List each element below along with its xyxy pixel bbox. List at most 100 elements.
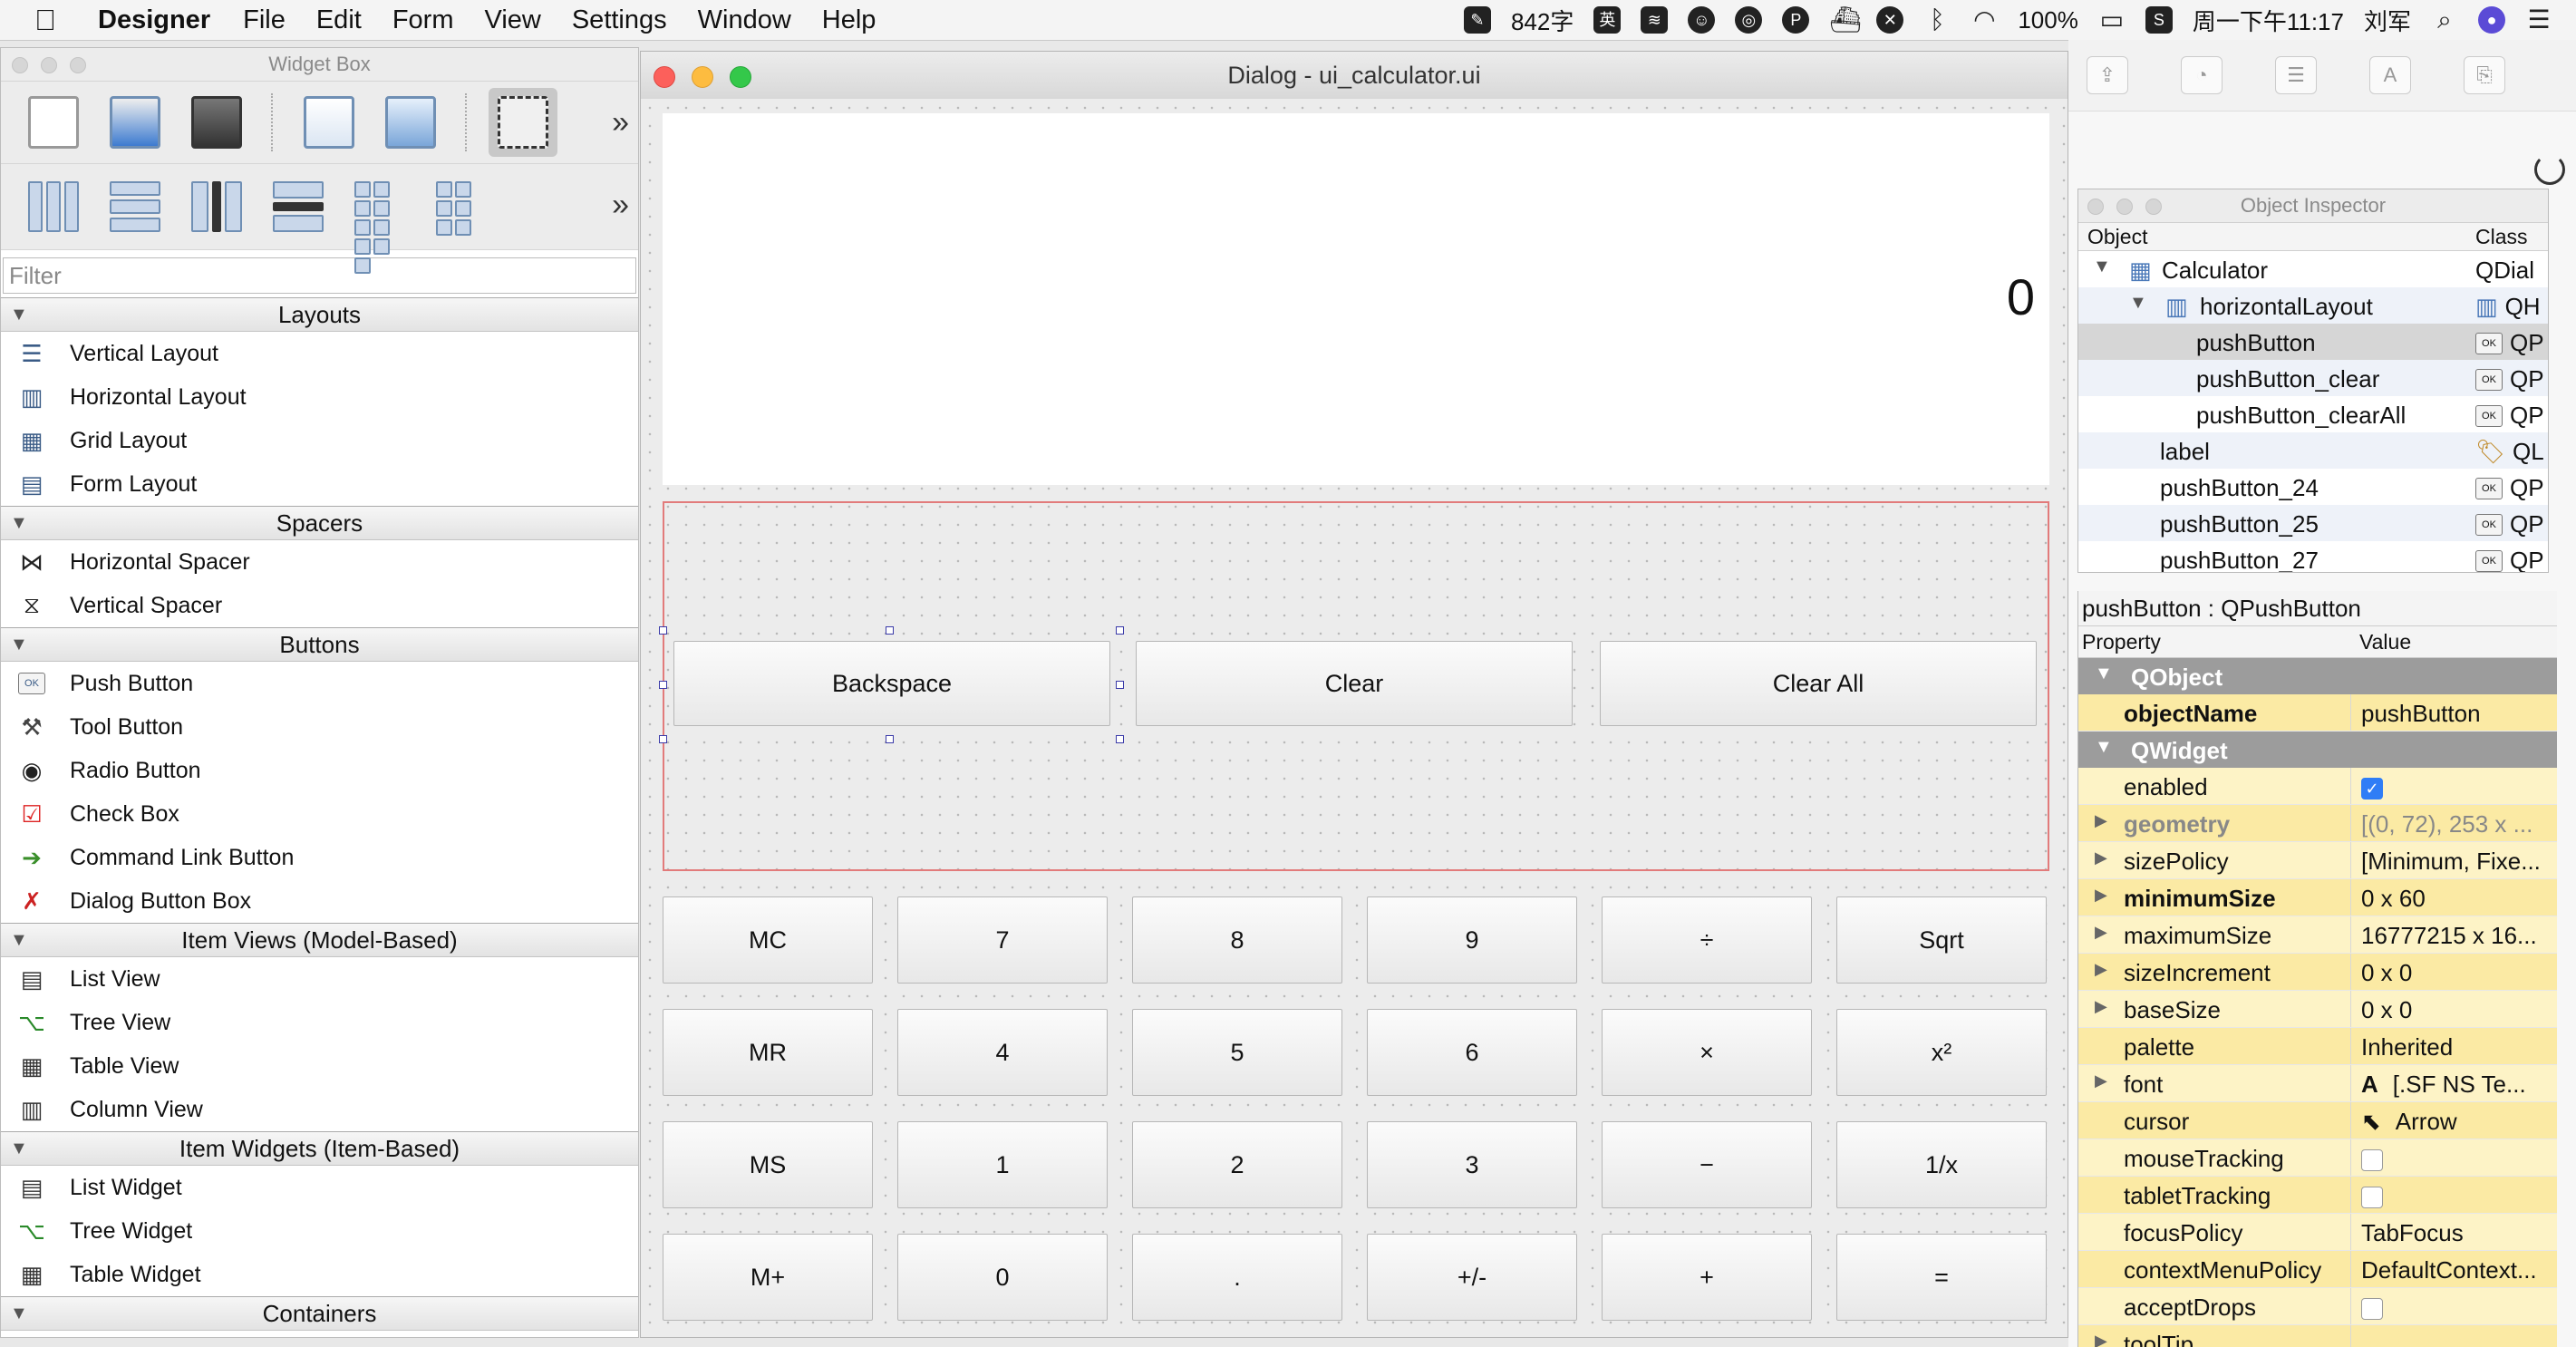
key-4[interactable]: 4 — [897, 1009, 1108, 1096]
widget-box-titlebar[interactable]: Widget Box — [1, 48, 638, 82]
property-group-qwidget[interactable]: ▼ QWidget — [2078, 732, 2557, 768]
property-row-minimumsize[interactable]: ▶ minimumSize 0 x 60 — [2078, 879, 2557, 916]
wifi-icon[interactable]: ◠ — [1971, 6, 1998, 34]
enabled-checkbox[interactable]: ✓ — [2361, 778, 2383, 800]
zoom-icon[interactable] — [70, 57, 86, 73]
s-icon[interactable]: S — [2145, 6, 2173, 34]
property-row-cursor[interactable]: cursor ⬉ Arrow — [2078, 1102, 2557, 1139]
user-name[interactable]: 刘军 — [2364, 4, 2411, 37]
backspace-button[interactable]: Backspace — [673, 641, 1110, 726]
key-mc[interactable]: MC — [663, 896, 873, 984]
widget-item-column-view[interactable]: ▥ Column View — [1, 1088, 638, 1131]
resize-handle[interactable] — [659, 735, 667, 743]
key-equals[interactable]: = — [1836, 1234, 2047, 1321]
widget-item-grid-layout[interactable]: ▦ Grid Layout — [1, 419, 638, 462]
layout-form-button[interactable] — [427, 172, 496, 241]
menu-settings[interactable]: Settings — [572, 5, 667, 35]
category-spacers[interactable]: ▼ Spacers — [1, 506, 638, 540]
zoom-icon[interactable] — [2145, 199, 2162, 215]
column-header-property[interactable]: Property — [2082, 630, 2161, 654]
column-header-class[interactable]: Class — [2475, 225, 2528, 249]
zoom-window-icon[interactable] — [730, 66, 751, 88]
siri-icon[interactable]: ● — [2478, 6, 2505, 34]
close-window-icon[interactable] — [654, 66, 675, 88]
key-sqrt[interactable]: Sqrt — [1836, 896, 2047, 984]
cloud-icon[interactable]: ◎ — [1735, 6, 1763, 34]
menu-edit[interactable]: Edit — [316, 5, 362, 35]
widget-item-tree-widget[interactable]: ⌥ Tree Widget — [1, 1209, 638, 1253]
battery-icon[interactable]: ▭ — [2098, 6, 2126, 34]
clear-button[interactable]: Clear — [1136, 641, 1573, 726]
key-divide[interactable]: ÷ — [1602, 896, 1812, 984]
ime-icon[interactable]: 英 — [1593, 6, 1622, 34]
resize-handle[interactable] — [1116, 626, 1124, 635]
tree-row[interactable]: ▼ ▦ Calculator QDial — [2078, 251, 2548, 287]
widget-item-form-layout[interactable]: ▤ Form Layout — [1, 462, 638, 506]
key-ms[interactable]: MS — [663, 1121, 873, 1208]
toolbar-overflow-icon[interactable]: » — [612, 188, 629, 223]
key-square[interactable]: x² — [1836, 1009, 2047, 1096]
property-row-enabled[interactable]: enabled ✓ — [2078, 768, 2557, 805]
key-2[interactable]: 2 — [1132, 1121, 1342, 1208]
new-form-button[interactable] — [19, 88, 88, 157]
column-header-object[interactable]: Object — [2087, 225, 2147, 249]
expand-triangle-icon[interactable]: ▶ — [2095, 997, 2107, 1016]
widget-item-radio-button[interactable]: ◉ Radio Button — [1, 749, 638, 792]
category-item-widgets[interactable]: ▼ Item Widgets (Item-Based) — [1, 1131, 638, 1166]
resize-handle[interactable] — [1116, 735, 1124, 743]
key-reciprocal[interactable]: 1/x — [1836, 1121, 2047, 1208]
property-row-tooltip[interactable]: ▶ toolTip — [2078, 1325, 2557, 1347]
menu-window[interactable]: Window — [698, 5, 791, 35]
widget-item-list-widget[interactable]: ▤ List Widget — [1, 1166, 638, 1209]
widget-item-horizontal-layout[interactable]: ▥ Horizontal Layout — [1, 375, 638, 419]
key-plus[interactable]: + — [1602, 1234, 1812, 1321]
expand-triangle-icon[interactable]: ▶ — [2095, 1071, 2107, 1090]
key-multiply[interactable]: × — [1602, 1009, 1812, 1096]
form-canvas[interactable]: 0 Backspace Clear Clear All MC 7 8 9 ÷ S… — [641, 99, 2068, 1337]
expand-triangle-icon[interactable]: ▶ — [2095, 1332, 2107, 1347]
minimize-window-icon[interactable] — [692, 66, 713, 88]
expand-triangle-icon[interactable]: ▶ — [2095, 923, 2107, 942]
menu-help[interactable]: Help — [822, 5, 876, 35]
resize-handle[interactable] — [886, 626, 894, 635]
menu-form[interactable]: Form — [392, 5, 454, 35]
toolbar-overflow-icon[interactable]: » — [612, 105, 629, 141]
resize-handle[interactable] — [659, 626, 667, 635]
widget-item-list-view[interactable]: ▤ List View — [1, 957, 638, 1001]
key-7[interactable]: 7 — [897, 896, 1108, 984]
widget-item-table-widget[interactable]: ▦ Table Widget — [1, 1253, 638, 1296]
widget-item-tool-button[interactable]: ⚒ Tool Button — [1, 705, 638, 749]
filter-input[interactable]: Filter — [3, 257, 636, 294]
key-mr[interactable]: MR — [663, 1009, 873, 1096]
widget-item-table-view[interactable]: ▦ Table View — [1, 1044, 638, 1088]
tree-row-selected[interactable]: pushButton OK QP — [2078, 324, 2548, 360]
script-icon[interactable]: ≋ — [1641, 6, 1669, 34]
collapse-triangle-icon[interactable]: ▼ — [2129, 293, 2147, 314]
key-9[interactable]: 9 — [1367, 896, 1577, 984]
mousetracking-checkbox[interactable] — [2361, 1149, 2383, 1172]
attachment-icon[interactable]: ⎘ — [2464, 56, 2505, 94]
dialog-titlebar[interactable]: Dialog - ui_calculator.ui — [641, 52, 2068, 100]
property-row-contextmenupolicy[interactable]: contextMenuPolicy DefaultContext... — [2078, 1251, 2557, 1288]
property-row-font[interactable]: ▶ font A [.SF NS Te... — [2078, 1065, 2557, 1102]
key-5[interactable]: 5 — [1132, 1009, 1342, 1096]
expand-triangle-icon[interactable]: ▶ — [2095, 848, 2107, 867]
search-icon[interactable]: ⌕ — [2431, 6, 2458, 34]
property-row-geometry[interactable]: ▶ geometry [(0, 72), 253 x ... — [2078, 805, 2557, 842]
key-minus[interactable]: − — [1602, 1121, 1812, 1208]
property-row-acceptdrops[interactable]: acceptDrops — [2078, 1288, 2557, 1325]
resize-handle[interactable] — [886, 735, 894, 743]
widget-item-vertical-layout[interactable]: ☰ Vertical Layout — [1, 332, 638, 375]
tree-row[interactable]: label 🏷 QL — [2078, 432, 2548, 469]
widget-item-horizontal-spacer[interactable]: ⋈ Horizontal Spacer — [1, 540, 638, 584]
share-icon[interactable]: ⇪ — [2087, 56, 2128, 94]
key-decimal[interactable]: . — [1132, 1234, 1342, 1321]
expand-triangle-icon[interactable]: ▶ — [2095, 886, 2107, 905]
key-m-plus[interactable]: M+ — [663, 1234, 873, 1321]
tablettracking-checkbox[interactable] — [2361, 1187, 2383, 1209]
layout-horizontal-splitter-button[interactable] — [182, 172, 251, 241]
expand-triangle-icon[interactable]: ▶ — [2095, 960, 2107, 979]
key-sign[interactable]: +/- — [1367, 1234, 1577, 1321]
property-row-maximumsize[interactable]: ▶ maximumSize 16777215 x 16... — [2078, 916, 2557, 954]
category-layouts[interactable]: ▼ Layouts — [1, 297, 638, 332]
